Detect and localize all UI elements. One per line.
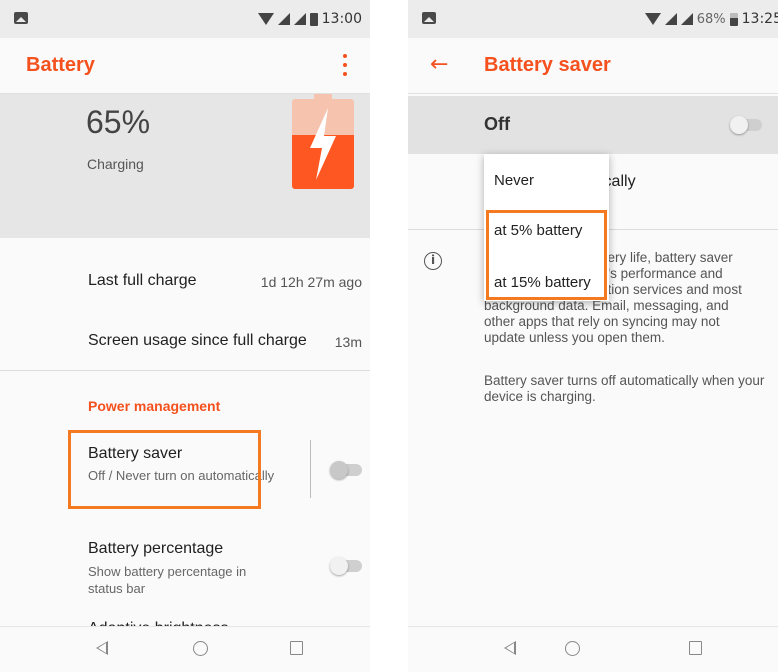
dropdown-option-never[interactable]: Never — [494, 172, 534, 189]
info-line-5: other apps that rely on syncing may not — [484, 314, 720, 329]
battery-summary: 65% Charging — [0, 94, 370, 238]
power-management-header: Power management — [88, 398, 221, 414]
page-title: Battery saver — [484, 54, 611, 76]
nav-back-icon[interactable] — [504, 641, 516, 655]
navigation-bar — [408, 626, 778, 672]
vertical-divider — [310, 440, 311, 498]
master-switch-label: Off — [484, 114, 510, 134]
info-icon: i — [424, 252, 442, 270]
options-highlight — [486, 210, 607, 300]
app-bar: ← Battery saver — [408, 38, 778, 94]
last-full-charge-value: 1d 12h 27m ago — [260, 274, 362, 290]
battery-screen: 13:00 Battery 65% Charging Last full cha… — [0, 0, 370, 672]
signal-icon — [277, 13, 290, 25]
overflow-menu-icon[interactable] — [342, 54, 348, 76]
nav-recents-icon[interactable] — [689, 641, 702, 655]
status-bar: 13:00 — [0, 0, 370, 38]
page-title: Battery — [26, 54, 95, 76]
status-time: 13:25 — [741, 11, 778, 27]
notification-icon — [422, 12, 436, 24]
battery-icon — [729, 12, 738, 26]
lightning-icon — [310, 108, 336, 180]
battery-percentage-title[interactable]: Battery percentage — [88, 540, 223, 558]
nav-home-icon[interactable] — [565, 641, 580, 656]
battery-percent-value: 65% — [86, 104, 151, 140]
screen-usage-value: 13m — [334, 334, 362, 350]
info-line-6: update unless you open them. — [484, 330, 665, 345]
status-time: 13:00 — [321, 11, 362, 27]
signal-icon-2 — [680, 13, 693, 25]
master-switch-row[interactable]: Off — [408, 96, 778, 154]
info-paragraph-2: Battery saver turns off automatically wh… — [484, 373, 765, 404]
battery-saver-screen: 68% 13:25 ← Battery saver Off ically i t… — [408, 0, 778, 672]
signal-icon — [664, 13, 677, 25]
charging-status: Charging — [87, 156, 144, 172]
divider — [0, 370, 370, 371]
nav-recents-icon[interactable] — [290, 641, 303, 655]
status-bar: 68% 13:25 — [408, 0, 778, 38]
battery-icon — [309, 12, 318, 26]
battery-percent-status: 68% — [696, 11, 726, 27]
battery-level-graphic — [292, 94, 354, 190]
last-full-charge-label: Last full charge — [88, 272, 197, 289]
master-switch-toggle[interactable] — [730, 116, 764, 134]
battery-saver-highlight — [68, 430, 261, 509]
battery-percentage-summary: Show battery percentage in status bar — [88, 564, 247, 596]
nav-back-icon[interactable] — [96, 641, 108, 655]
battery-percentage-toggle[interactable] — [330, 557, 364, 575]
navigation-bar — [0, 626, 370, 672]
battery-saver-toggle[interactable] — [330, 461, 364, 479]
wifi-icon — [257, 13, 274, 25]
nav-home-icon[interactable] — [193, 641, 208, 656]
signal-icon-2 — [293, 13, 306, 25]
screen-usage-label: Screen usage since full charge — [88, 332, 307, 349]
back-arrow-icon[interactable]: ← — [430, 52, 448, 77]
wifi-icon — [644, 13, 661, 25]
notification-icon — [14, 12, 28, 24]
screen-usage-row[interactable]: Screen usage since full charge 13m — [0, 332, 370, 356]
last-full-charge-row[interactable]: Last full charge 1d 12h 27m ago — [0, 272, 370, 296]
app-bar: Battery — [0, 38, 370, 94]
